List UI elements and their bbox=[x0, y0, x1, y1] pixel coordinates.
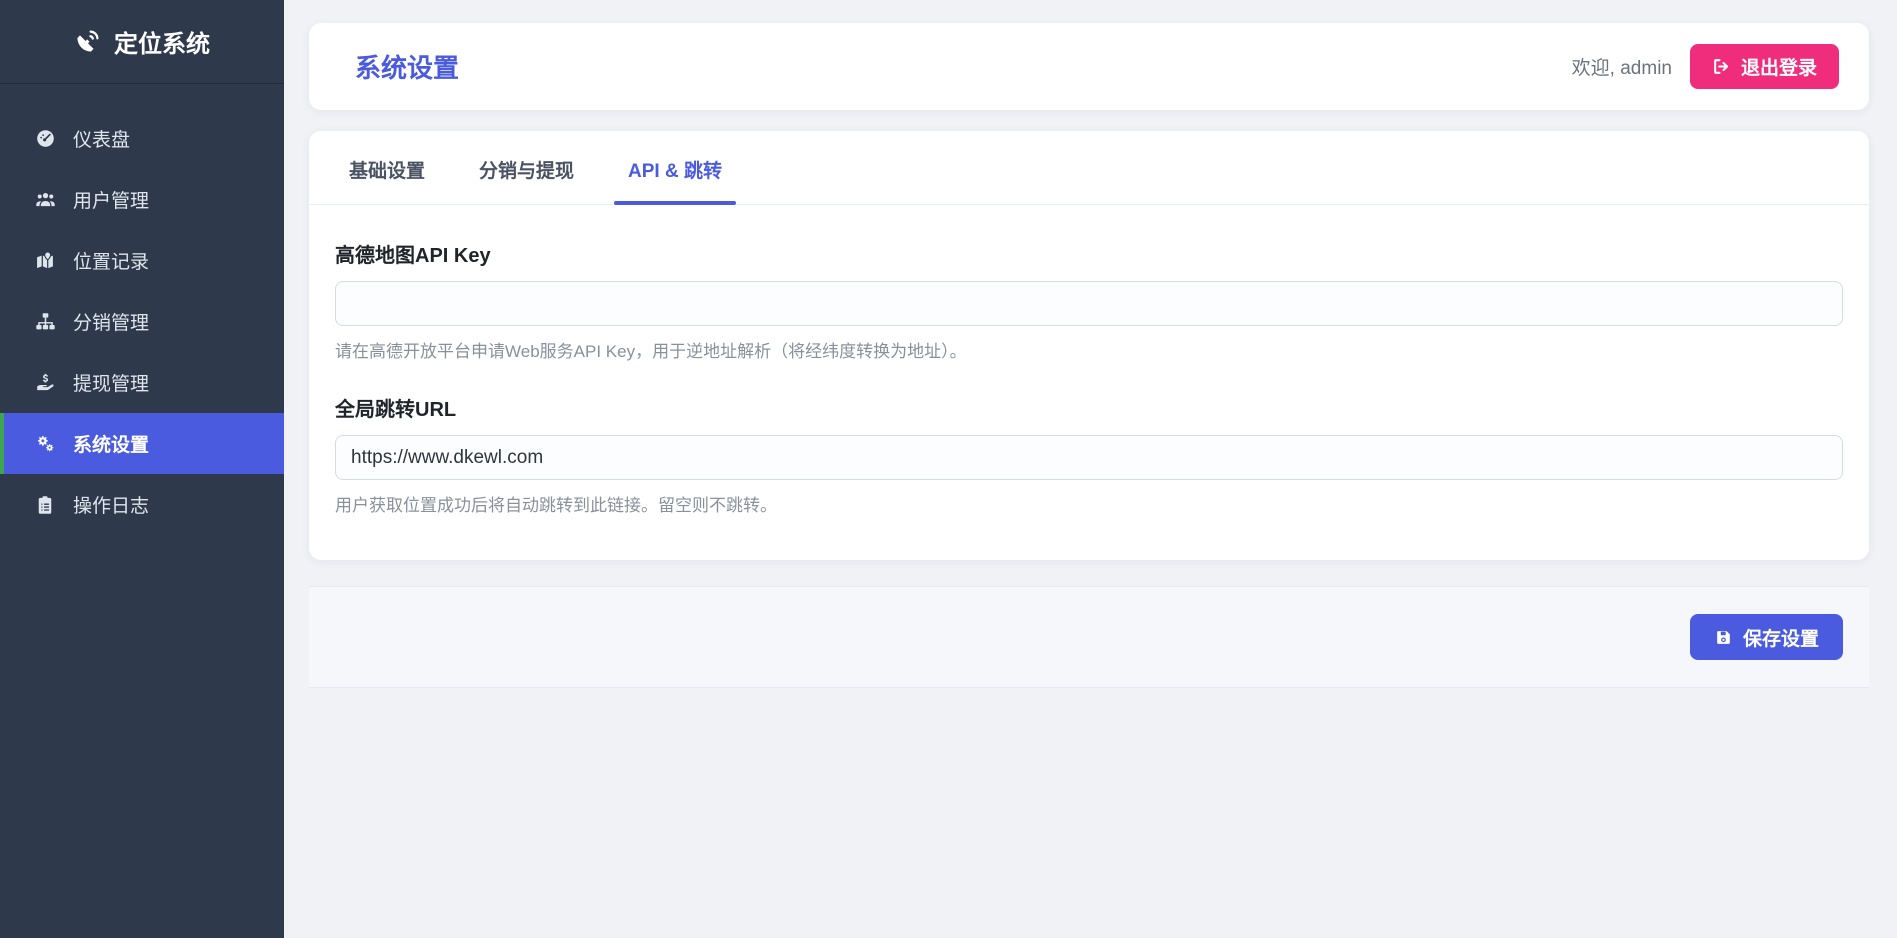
redirect-url-help: 用户获取位置成功后将自动跳转到此链接。留空则不跳转。 bbox=[335, 496, 777, 515]
sidebar-item-settings[interactable]: 系统设置 bbox=[0, 413, 284, 474]
header-right: 欢迎, admin 退出登录 bbox=[1572, 44, 1839, 89]
save-icon bbox=[1717, 630, 1730, 644]
app-logo: 定位系统 bbox=[0, 0, 284, 84]
sidebar: 定位系统 仪表盘 用户管理 位置记录 分销管理 提现管理 系统设置 操作日志 bbox=[0, 0, 284, 938]
sidebar-item-label: 仪表盘 bbox=[73, 130, 131, 151]
settings-card: 基础设置 分销与提现 API & 跳转 高德地图API Key 请在高德开放平台… bbox=[309, 131, 1869, 560]
sidebar-item-logs[interactable]: 操作日志 bbox=[0, 474, 284, 535]
map-marked-icon bbox=[33, 250, 57, 271]
sidebar-item-distribution[interactable]: 分销管理 bbox=[0, 291, 284, 352]
redirect-url-label: 全局跳转URL bbox=[335, 399, 457, 421]
logout-button[interactable]: 退出登录 bbox=[1689, 44, 1839, 89]
tab-distribution-withdrawal[interactable]: 分销与提现 bbox=[465, 131, 588, 204]
users-icon bbox=[33, 189, 57, 210]
save-settings-button[interactable]: 保存设置 bbox=[1689, 614, 1843, 660]
sidebar-item-locations[interactable]: 位置记录 bbox=[0, 230, 284, 291]
sidebar-item-withdrawals[interactable]: 提现管理 bbox=[0, 352, 284, 413]
sidebar-item-label: 用户管理 bbox=[73, 191, 150, 212]
sidebar-item-users[interactable]: 用户管理 bbox=[0, 169, 284, 230]
form-footer: 保存设置 bbox=[309, 586, 1869, 688]
clipboard-list-icon bbox=[33, 495, 57, 515]
cogs-icon bbox=[33, 433, 57, 454]
amap-key-input[interactable] bbox=[335, 281, 1843, 326]
sitemap-icon bbox=[33, 311, 57, 332]
page-title: 系统设置 bbox=[355, 53, 460, 83]
amap-key-help: 请在高德开放平台申请Web服务API Key，用于逆地址解析（将经纬度转换为地址… bbox=[335, 342, 967, 361]
save-settings-label: 保存设置 bbox=[1742, 628, 1819, 650]
logout-button-label: 退出登录 bbox=[1740, 58, 1817, 79]
app-title: 定位系统 bbox=[114, 31, 210, 58]
settings-tabs: 基础设置 分销与提现 API & 跳转 bbox=[309, 131, 1869, 205]
satellite-dish-icon bbox=[77, 30, 99, 52]
dashboard-icon bbox=[33, 128, 57, 149]
sidebar-item-label: 系统设置 bbox=[73, 435, 150, 456]
sign-out-icon bbox=[1714, 59, 1729, 74]
tab-basic-settings[interactable]: 基础设置 bbox=[335, 131, 439, 204]
sidebar-item-label: 位置记录 bbox=[73, 252, 150, 273]
sidebar-menu: 仪表盘 用户管理 位置记录 分销管理 提现管理 系统设置 操作日志 bbox=[0, 84, 284, 535]
page-header: 系统设置 欢迎, admin 退出登录 bbox=[309, 23, 1869, 110]
redirect-url-input[interactable] bbox=[335, 435, 1843, 480]
tab-api-redirect[interactable]: API & 跳转 bbox=[614, 131, 736, 205]
sidebar-item-label: 操作日志 bbox=[73, 496, 150, 517]
redirect-url-group: 全局跳转URL 用户获取位置成功后将自动跳转到此链接。留空则不跳转。 bbox=[335, 393, 1843, 516]
amap-key-group: 高德地图API Key 请在高德开放平台申请Web服务API Key，用于逆地址… bbox=[335, 239, 1843, 362]
sidebar-item-dashboard[interactable]: 仪表盘 bbox=[0, 108, 284, 169]
settings-form: 高德地图API Key 请在高德开放平台申请Web服务API Key，用于逆地址… bbox=[309, 205, 1869, 560]
amap-key-label: 高德地图API Key bbox=[335, 245, 491, 267]
sidebar-item-label: 分销管理 bbox=[73, 313, 150, 334]
sidebar-item-label: 提现管理 bbox=[73, 374, 150, 395]
main-content: 系统设置 欢迎, admin 退出登录 基础设置 分销与提现 API & 跳转 … bbox=[284, 0, 1897, 938]
welcome-text: 欢迎, admin bbox=[1571, 58, 1672, 79]
hand-holding-usd-icon bbox=[33, 372, 57, 393]
